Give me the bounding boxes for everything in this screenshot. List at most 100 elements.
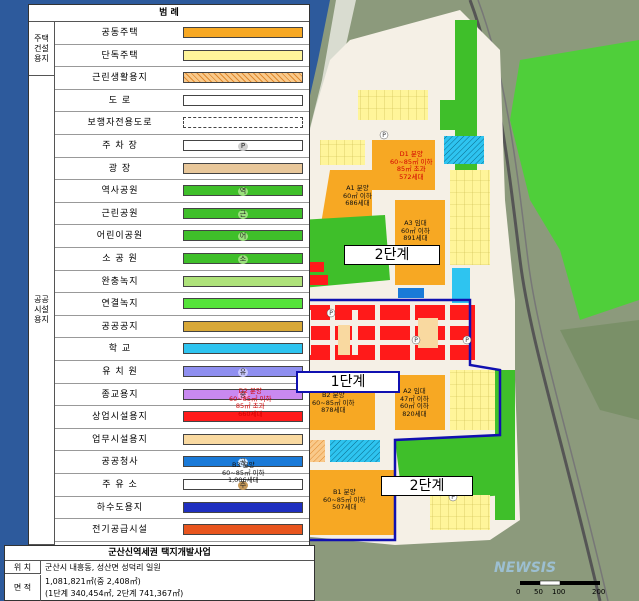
block-d1-units: 572세대 <box>399 172 424 181</box>
legend-label: 공동주택 <box>101 28 139 38</box>
legend-label: 완충녹지 <box>101 276 139 287</box>
legend-label: 보행자전용도로 <box>87 118 153 129</box>
legend-row: 주 유 소주 <box>55 474 309 497</box>
legend-row: 단독주택 <box>55 45 309 68</box>
legend-swatch <box>183 27 303 38</box>
project-info-box: 군산신역세권 택지개발사업 위 치 군산시 내흥동, 성산면 성덕리 일원 면 … <box>4 545 315 601</box>
green-strip-s <box>495 370 515 520</box>
legend-swatch: 유 <box>183 366 303 377</box>
legend-row: 근린생활용지 <box>55 67 309 90</box>
single-housing-4 <box>430 495 490 530</box>
svg-text:P: P <box>414 337 418 344</box>
legend-label: 업무시설용지 <box>92 434 148 445</box>
legend-row: 유 치 원유 <box>55 361 309 384</box>
legend-symbol: 어 <box>238 232 248 242</box>
legend-label: 광 장 <box>108 163 132 174</box>
legend-label: 소 공 원 <box>102 254 138 264</box>
legend-swatch <box>183 298 303 310</box>
legend-label: 어린이공원 <box>96 231 144 242</box>
legend-label: 유 치 원 <box>102 367 138 377</box>
block-a1-units: 686세대 <box>345 199 370 207</box>
block-a3-label: A3 임대 60㎡ 이하 891세대 <box>401 219 430 243</box>
legend-swatch <box>183 524 303 536</box>
block-d1-label: D1 분양 60~85㎡ 이하 85㎡ 초과 572세대 <box>390 150 433 181</box>
block-a3-units: 891세대 <box>403 234 428 242</box>
legend-swatch <box>183 320 303 332</box>
block-a1-label: A1 분양 60㎡ 이하 686세대 <box>343 184 372 208</box>
legend: 범 례 주택 건설 용지 공공 시설 용지 공동주택단독주택근린생활용지도 로보… <box>28 4 310 546</box>
legend-label: 전기공급시설 <box>92 525 148 536</box>
legend-row: 근린공원 근 <box>55 203 309 226</box>
legend-swatch <box>183 501 303 513</box>
legend-label: 주 차 장 <box>102 141 138 151</box>
svg-text:P: P <box>465 337 469 344</box>
legend-label: 근린생활용지 <box>92 73 148 84</box>
legend-label: 연결녹지 <box>101 299 139 310</box>
block-b3-units: 1,006세대 <box>227 476 259 484</box>
legend-swatch: 어 <box>183 230 303 242</box>
block-a2-units: 820세대 <box>402 409 427 418</box>
single-housing-n1 <box>358 90 428 120</box>
legend-row: 도 로 <box>55 90 309 113</box>
legend-label: 도 로 <box>108 95 132 106</box>
legend-swatch <box>183 275 303 287</box>
scale-tick-100: 100 <box>552 588 566 596</box>
legend-swatch: 역 <box>183 185 303 197</box>
block-a3 <box>395 200 445 285</box>
legend-label: 근린공원 <box>101 208 139 219</box>
info-location-key: 위 치 <box>5 561 41 574</box>
single-housing-2 <box>450 370 495 430</box>
legend-symbol: P <box>238 142 248 151</box>
legend-label: 공공공지 <box>101 321 139 332</box>
stage1-label: 1단계 <box>296 371 400 393</box>
scale-tick-0: 0 <box>516 588 521 596</box>
legend-row: 어린이공원 어 <box>55 225 309 248</box>
scale-tick-200: 200 <box>592 588 606 596</box>
legend-label: 종교용지 <box>101 389 139 400</box>
block-b2-label: B2 분양 60~85㎡ 이하 878세대 <box>312 391 355 415</box>
business-lot-c <box>338 325 350 355</box>
block-d2-label: D2 분양 60~85㎡ 이하 85㎡ 초과 660세대 <box>229 387 272 418</box>
info-area-value: 1,081,821㎡(중 2,408㎡) <box>45 577 141 586</box>
legend-symbol: 근 <box>238 209 248 219</box>
svg-text:P: P <box>329 310 333 317</box>
info-location-value: 군산시 내흥동, 성산면 성덕리 일원 <box>45 563 161 572</box>
legend-group-housing: 주택 건설 용지 <box>29 22 55 76</box>
legend-label: 주 유 소 <box>102 480 138 490</box>
legend-label: 역사공원 <box>101 186 139 197</box>
legend-label: 상업시설용지 <box>92 412 148 423</box>
block-a2-label: A2 임대 47㎡ 이하 60㎡ 이하 820세대 <box>400 387 429 418</box>
legend-row: 공공청사 공 <box>55 451 309 474</box>
legend-swatch <box>183 72 303 84</box>
legend-row: 소 공 원소 <box>55 248 309 271</box>
legend-row: 공동주택 <box>55 22 309 45</box>
legend-swatch <box>183 433 303 445</box>
scale-tick-50: 50 <box>534 588 543 596</box>
legend-row: 연결녹지 <box>55 293 309 316</box>
legend-label: 학 교 <box>108 344 132 355</box>
block-d2-units: 660세대 <box>238 409 263 418</box>
info-area-key: 면 적 <box>5 575 41 601</box>
legend-row: 공공공지 <box>55 316 309 339</box>
svg-text:P: P <box>382 132 386 139</box>
block-b3-label: B3 분양 60~85㎡ 이하 1,006세대 <box>222 461 265 485</box>
stage2-north-label: 2단계 <box>344 245 440 265</box>
legend-swatch <box>183 162 303 174</box>
legend-label: 하수도용지 <box>96 502 144 513</box>
public-office-n <box>398 288 424 298</box>
legend-row: 보행자전용도로 <box>55 112 309 135</box>
single-housing-e <box>450 170 490 265</box>
project-title: 군산신역세권 택지개발사업 <box>5 546 314 561</box>
legend-row: 주 차 장P <box>55 135 309 158</box>
legend-symbol: 역 <box>238 187 248 197</box>
legend-group-public: 공공 시설 용지 <box>29 76 55 545</box>
legend-row: 학 교 <box>55 338 309 361</box>
school-south <box>330 440 380 462</box>
stage2-south-label: 2단계 <box>381 476 473 496</box>
legend-row: 하수도용지 <box>55 497 309 520</box>
school-ne <box>452 268 470 303</box>
legend-row: 전기공급시설 <box>55 519 309 542</box>
legend-swatch <box>183 49 303 61</box>
legend-title: 범 례 <box>29 5 309 22</box>
block-b1-label: B1 분양 60~85㎡ 이하 507세대 <box>323 488 366 512</box>
